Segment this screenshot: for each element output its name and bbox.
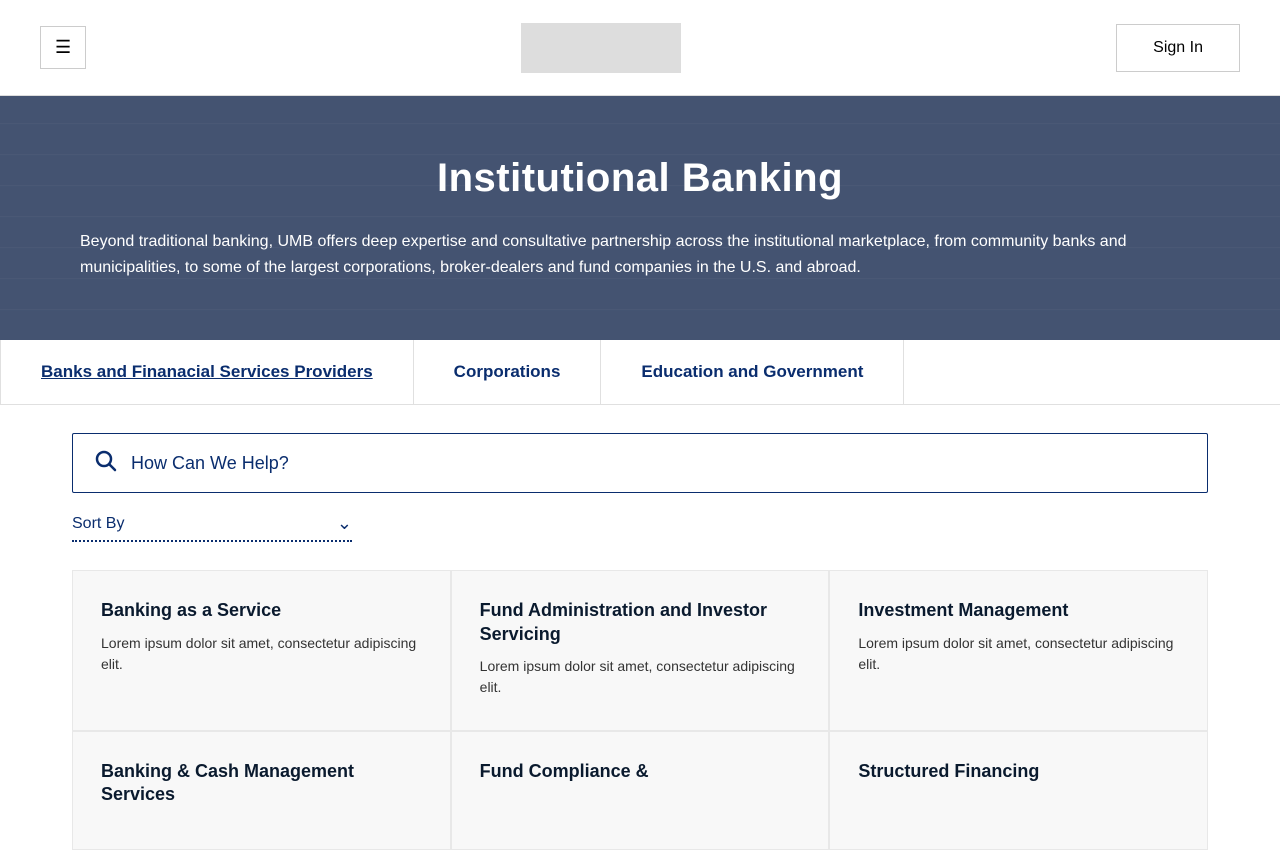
card-fund-administration[interactable]: Fund Administration and Investor Servici…	[451, 570, 830, 731]
card-description: Lorem ipsum dolor sit amet, consectetur …	[480, 656, 801, 698]
hero-description: Beyond traditional banking, UMB offers d…	[80, 229, 1180, 280]
chevron-down-icon: ⌄	[337, 513, 352, 534]
header: ☰ Sign In	[0, 0, 1280, 96]
card-title: Banking as a Service	[101, 599, 422, 622]
card-title: Investment Management	[858, 599, 1179, 622]
menu-button[interactable]: ☰	[40, 26, 86, 69]
card-banking-cash-management[interactable]: Banking & Cash Management Services	[72, 731, 451, 850]
hamburger-icon: ☰	[55, 37, 71, 57]
card-fund-compliance[interactable]: Fund Compliance &	[451, 731, 830, 850]
card-description: Lorem ipsum dolor sit amet, consectetur …	[858, 633, 1179, 675]
card-description: Lorem ipsum dolor sit amet, consectetur …	[101, 633, 422, 675]
search-icon	[93, 448, 117, 478]
tab-banks[interactable]: Banks and Finanacial Services Providers	[0, 340, 414, 404]
search-box	[72, 433, 1208, 493]
sort-section: Sort By ⌄	[0, 493, 1280, 542]
card-title: Fund Compliance &	[480, 760, 801, 783]
hero-title: Institutional Banking	[80, 156, 1200, 201]
sort-dropdown[interactable]: Sort By ⌄	[72, 513, 352, 542]
tab-corporations[interactable]: Corporations	[414, 340, 602, 404]
sign-in-button[interactable]: Sign In	[1116, 24, 1240, 72]
sort-label: Sort By	[72, 515, 124, 533]
cards-grid: Banking as a Service Lorem ipsum dolor s…	[0, 542, 1280, 850]
card-structured-financing[interactable]: Structured Financing	[829, 731, 1208, 850]
logo	[521, 23, 681, 73]
search-section	[0, 405, 1280, 493]
tabs-nav: Banks and Finanacial Services Providers …	[0, 340, 1280, 405]
hero-section: Institutional Banking Beyond traditional…	[0, 96, 1280, 340]
tab-education[interactable]: Education and Government	[601, 340, 904, 404]
card-banking-as-a-service[interactable]: Banking as a Service Lorem ipsum dolor s…	[72, 570, 451, 731]
card-title: Fund Administration and Investor Servici…	[480, 599, 801, 646]
card-title: Structured Financing	[858, 760, 1179, 783]
card-title: Banking & Cash Management Services	[101, 760, 422, 807]
search-input[interactable]	[131, 453, 1187, 474]
card-investment-management[interactable]: Investment Management Lorem ipsum dolor …	[829, 570, 1208, 731]
